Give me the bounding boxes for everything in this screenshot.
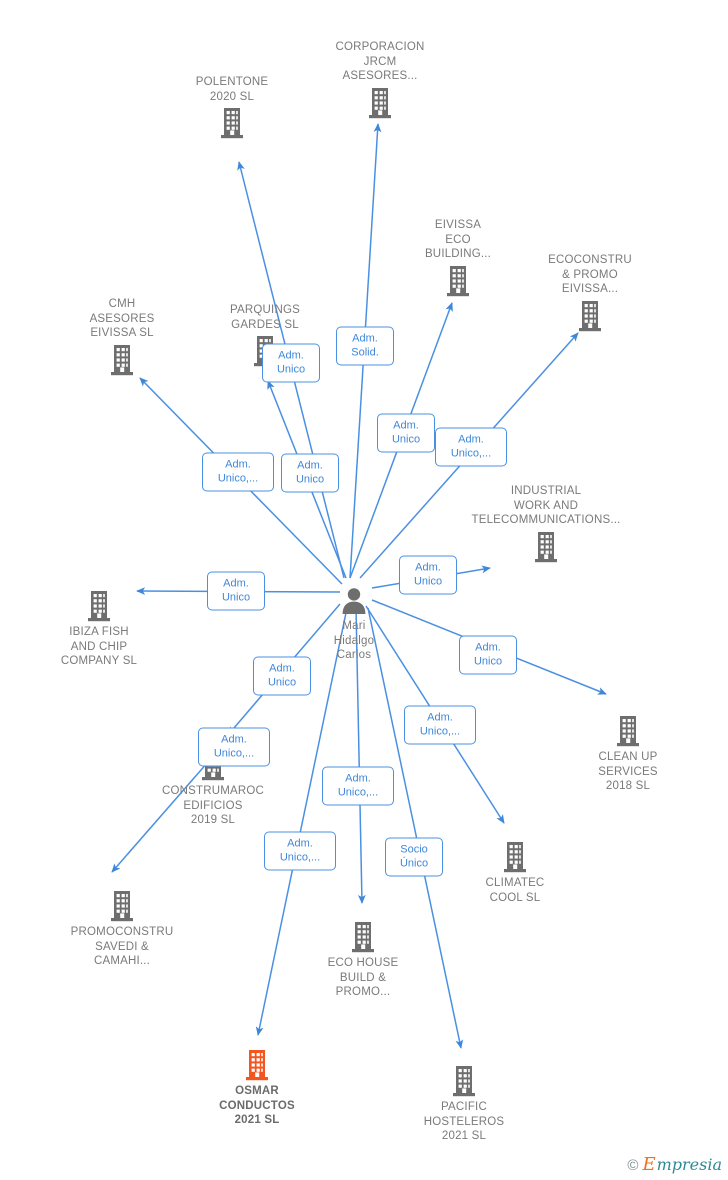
graph-node-label: CORPORACION JRCM ASESORES... [335,41,425,82]
edge-label-badge-corporacion[interactable]: Adm. Solid. [336,326,394,366]
graph-node-label: IBIZA FISH AND CHIP COMPANY SL [60,626,138,667]
edge-label-badge-pacific[interactable]: Socio Único [385,837,443,877]
edge-label-badge-polentone[interactable]: Adm. Unico [281,453,339,493]
graph-node-corporacion-jrcm[interactable]: CORPORACION JRCM ASESORES... [315,40,445,120]
graph-node-eivissa-eco-building[interactable]: EIVISSA ECO BUILDING... [393,218,523,298]
building-icon [504,842,526,873]
graph-node-industrial-work[interactable]: INDUSTRIAL WORK AND TELECOMMUNICATIONS..… [456,484,636,564]
graph-node-label: POLENTONE 2020 SL [195,76,269,103]
watermark: © Empresia [627,1156,722,1174]
copyright-icon: © [627,1156,639,1174]
graph-node-label: PACIFIC HOSTELEROS 2021 SL [423,1101,505,1142]
edge-label-badge-parquings[interactable]: Adm. Unico [262,343,320,383]
graph-node-label: PARQUINGS GARDES SL [230,304,300,331]
graph-node-label: CLIMATEC COOL SL [485,877,545,904]
building-icon [298,920,428,954]
graph-node-cmh-asesores-eivissa[interactable]: CMH ASESORES EIVISSA SL [57,297,187,377]
graph-node-label: CLEAN UP SERVICES 2018 SL [598,751,658,792]
edge-label-badge-osmar[interactable]: Adm. Unico,... [264,831,336,871]
graph-node-eco-house-build[interactable]: ECO HOUSE BUILD & PROMO... [298,920,428,1000]
building-icon [315,86,445,120]
building-icon [393,264,523,298]
brand-name: mpresia [656,1155,722,1174]
edge-label-badge-eco-house[interactable]: Adm. Unico,... [322,766,394,806]
building-icon [399,1064,529,1098]
edge-label-badge-climatec[interactable]: Adm. Unico,... [404,705,476,745]
graph-node-clean-up-services[interactable]: CLEAN UP SERVICES 2018 SL [563,714,693,794]
graph-node-polentone[interactable]: POLENTONE 2020 SL [167,75,297,140]
graph-node-label: ECOCONSTRU & PROMO EIVISSA... [548,254,632,295]
building-icon [369,87,391,118]
graph-node-label: CMH ASESORES EIVISSA SL [89,298,155,339]
building-icon [456,530,636,564]
graph-node-center[interactable]: Mari Hidalgo Carlos [289,586,419,663]
edge-label-badge-clean-up[interactable]: Adm. Unico [459,635,517,675]
building-icon [111,344,133,375]
building-icon [525,299,655,333]
edge-label-badge-construmaroc-2[interactable]: Adm. Unico,... [198,727,270,767]
building-icon [34,589,164,623]
building-icon [617,716,639,747]
brand-initial: E [642,1154,656,1175]
network-graph-canvas: CORPORACION JRCM ASESORES... POLENTONE 20… [0,0,728,1180]
edge-label-badge-construmaroc-1[interactable]: Adm. Unico [253,656,311,696]
graph-node-ecoconstru-promo-eivissa[interactable]: ECOCONSTRU & PROMO EIVISSA... [525,253,655,333]
building-icon [453,1066,475,1097]
graph-node-label: OSMAR CONDUCTOS 2021 SL [219,1085,295,1126]
graph-node-label: Mari Hidalgo Carlos [333,620,375,661]
building-icon [57,343,187,377]
building-icon [111,891,133,922]
building-icon [352,922,374,953]
graph-node-label: INDUSTRIAL WORK AND TELECOMMUNICATIONS..… [471,485,621,526]
edge-label-badge-ibiza[interactable]: Adm. Unico [207,571,265,611]
person-icon [342,588,366,614]
edge-label-badge-cmh[interactable]: Adm. Unico,... [202,452,274,492]
graph-node-ibiza-fish-chip[interactable]: IBIZA FISH AND CHIP COMPANY SL [34,589,164,669]
graph-node-climatec-cool[interactable]: CLIMATEC COOL SL [450,840,580,905]
building-icon [167,106,297,140]
graph-node-promoconstru-savedi[interactable]: PROMOCONSTRU SAVEDI & CAMAHI... [57,889,187,969]
building-icon [88,591,110,622]
graph-node-osmar-conductos[interactable]: OSMAR CONDUCTOS 2021 SL [192,1048,322,1128]
edge-label-badge-eivissa-eco[interactable]: Adm. Unico [377,413,435,453]
building-icon [57,889,187,923]
graph-node-label: PROMOCONSTRU SAVEDI & CAMAHI... [70,926,174,967]
building-icon [450,840,580,874]
edge-label-badge-industrial[interactable]: Adm. Unico [399,555,457,595]
building-icon [447,265,469,296]
building-icon [221,108,243,139]
building-icon [246,1050,268,1081]
graph-node-label: EIVISSA ECO BUILDING... [424,219,492,260]
graph-node-label: ECO HOUSE BUILD & PROMO... [327,957,399,998]
building-icon [535,531,557,562]
graph-node-label: CONSTRUMAROC EDIFICIOS 2019 SL [161,785,265,826]
building-icon [563,714,693,748]
edge-label-badge-ecoconstru[interactable]: Adm. Unico,... [435,427,507,467]
graph-node-pacific-hosteleros[interactable]: PACIFIC HOSTELEROS 2021 SL [399,1064,529,1144]
building-icon [192,1048,322,1082]
building-icon [579,300,601,331]
